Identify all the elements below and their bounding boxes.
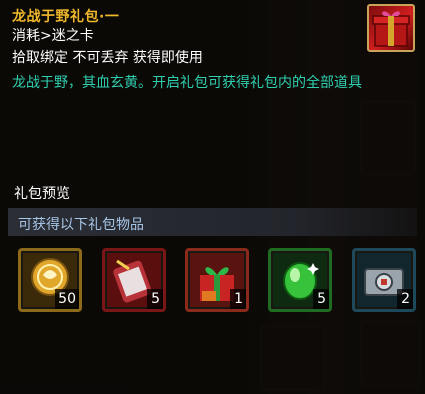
gift-preview-label: 礼包预览 <box>14 186 70 202</box>
item-title: 龙战于野礼包·一 <box>12 9 120 25</box>
item-count: 5 <box>147 289 163 309</box>
item-tooltip: 龙战于野礼包·一 消耗>迷之卡 拾取绑定 不可丢弃 获得即使用 龙战于野，其血玄… <box>0 0 425 394</box>
item-slot-4[interactable]: 5 <box>268 248 332 312</box>
item-count: 50 <box>55 289 79 309</box>
item-slot-2[interactable]: 5 <box>102 248 166 312</box>
item-count: 2 <box>397 289 413 309</box>
item-description: 龙战于野，其血玄黄。开启礼包可获得礼包内的全部道具 <box>12 75 362 91</box>
item-count: 1 <box>230 289 246 309</box>
item-category: 消耗>迷之卡 <box>12 28 94 44</box>
item-slot-1[interactable]: 50 <box>18 248 82 312</box>
gift-box-icon <box>367 4 415 52</box>
preview-subtitle: 可获得以下礼包物品 <box>18 217 144 233</box>
item-slot-3[interactable]: 1 <box>185 248 249 312</box>
item-count: 5 <box>313 289 329 309</box>
item-slot-5[interactable]: 2 <box>352 248 416 312</box>
preview-subtitle-bar: 可获得以下礼包物品 <box>8 208 417 236</box>
item-binding: 拾取绑定 不可丢弃 获得即使用 <box>12 50 203 66</box>
